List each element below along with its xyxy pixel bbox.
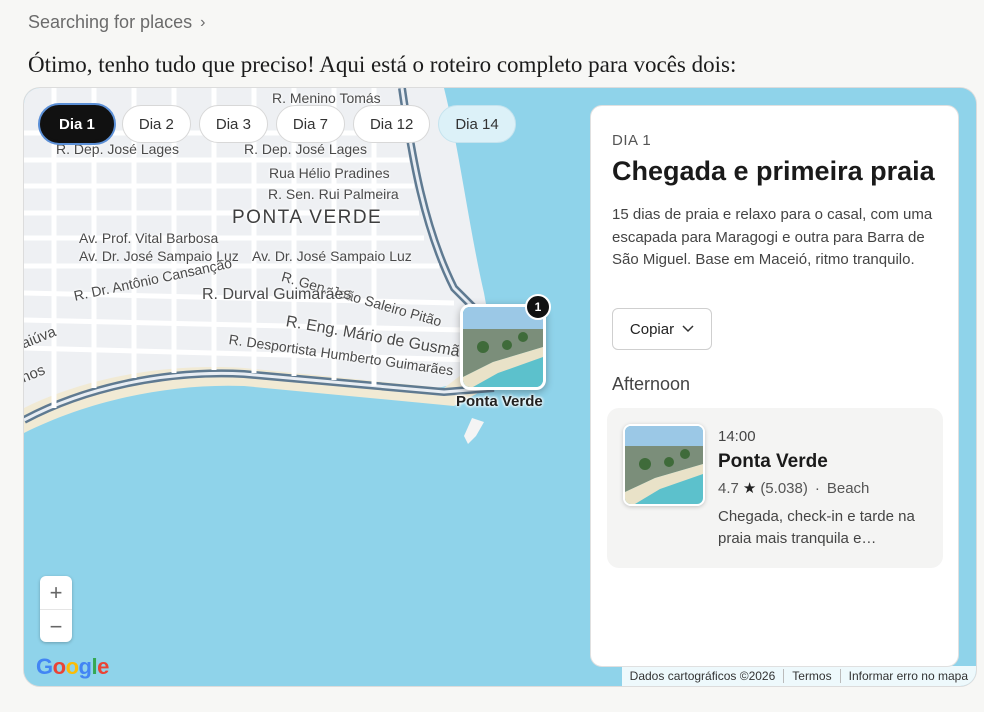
section-heading: Afternoon [612, 374, 691, 394]
day-description: 15 dias de praia e relaxo para o casal, … [612, 206, 933, 268]
place-meta: 4.7 ★ (5.038) · Beach [718, 479, 870, 498]
beach-photo-icon [625, 426, 703, 504]
terms-link[interactable]: Termos [784, 669, 841, 683]
day-title: Chegada e primeira praia [612, 156, 935, 186]
intro-message: Ótimo, tenho tudo que preciso! Aqui está… [28, 52, 737, 77]
zoom-in-button[interactable]: + [40, 576, 72, 609]
map-data-credit: Dados cartográficos ©2026 [622, 669, 785, 683]
chevron-down-icon [682, 325, 694, 333]
map-attribution: Dados cartográficos ©2026 Termos Informa… [621, 666, 976, 686]
google-logo: Google [36, 654, 109, 679]
street-label: R. Dep. José Lages [56, 141, 179, 157]
street-label: Av. Dr. José Sampaio Luz [252, 248, 412, 264]
street-label: Rua Hélio Pradines [269, 165, 390, 181]
star-icon: ★ [742, 480, 757, 497]
tab-dia-1[interactable]: Dia 1 [40, 105, 114, 143]
neighborhood-label: PONTA VERDE [232, 207, 383, 228]
searching-status[interactable]: Searching for places › [28, 12, 205, 33]
place-thumbnail [623, 424, 705, 506]
place-category: Beach [826, 479, 870, 497]
street-label: R. Sen. Rui Palmeira [268, 186, 399, 202]
tab-dia-14[interactable]: Dia 14 [438, 105, 516, 143]
place-card[interactable]: 14:00 Ponta Verde 4.7 ★ (5.038) · Beach … [607, 408, 943, 568]
copy-button[interactable]: Copiar [612, 308, 712, 350]
copy-label: Copiar [629, 320, 675, 338]
marker-label: Ponta Verde [456, 393, 543, 410]
meta-separator: · [814, 479, 820, 497]
status-label: Searching for places [28, 12, 193, 32]
day-label: DIA 1 [612, 132, 652, 149]
tab-dia-12[interactable]: Dia 12 [352, 105, 431, 143]
street-label: R. Durval Guimarães [202, 286, 352, 303]
street-label: Av. Prof. Vital Barbosa [79, 230, 219, 246]
itinerary-panel: DIA 1 Chegada e primeira praia 15 dias d… [590, 105, 959, 667]
place-name: Ponta Verde [718, 451, 828, 472]
zoom-out-button[interactable]: − [40, 609, 72, 643]
place-time: 14:00 [718, 428, 756, 445]
zoom-control: + − [40, 576, 72, 642]
marker-badge: 1 [525, 294, 551, 320]
place-description: Chegada, check-in e tarde na praia mais … [718, 508, 915, 547]
place-reviews: (5.038) [760, 479, 808, 497]
street-label: R. Dep. José Lages [244, 141, 367, 157]
tab-dia-2[interactable]: Dia 2 [121, 105, 191, 143]
place-rating: 4.7 [718, 479, 739, 497]
tab-dia-3[interactable]: Dia 3 [198, 105, 268, 143]
chevron-right-icon: › [200, 13, 206, 31]
street-label: R. Menino Tomás [272, 90, 381, 106]
day-tabs: Dia 1 Dia 2 Dia 3 Dia 7 Dia 12 Dia 14 [40, 105, 516, 143]
map-widget: R. Menino Tomás R. Dep. José Lages R. De… [24, 88, 976, 686]
beach-photo-icon [463, 307, 543, 387]
report-error-link[interactable]: Informar erro no mapa [841, 669, 976, 683]
tab-dia-7[interactable]: Dia 7 [275, 105, 345, 143]
